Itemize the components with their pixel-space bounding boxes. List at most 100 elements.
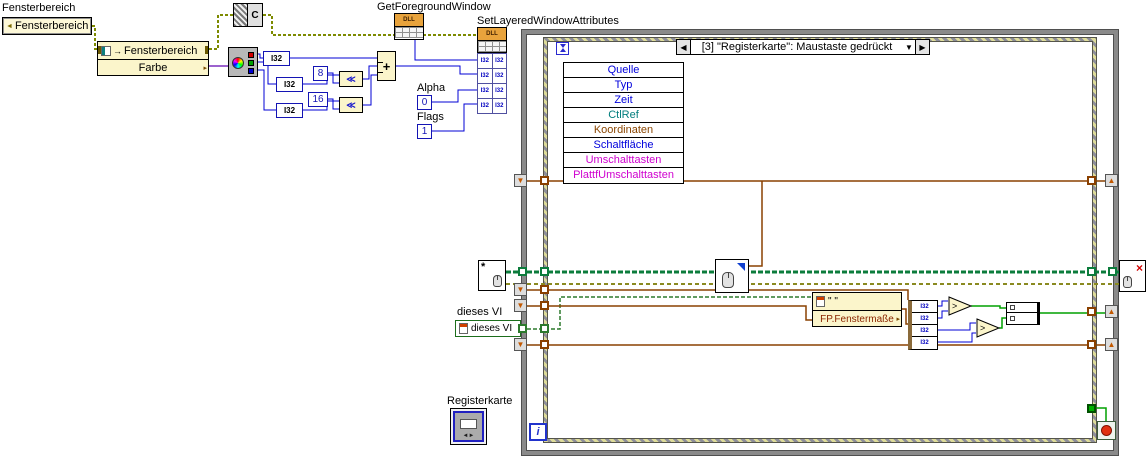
event-prev-button[interactable]: ◀ (677, 40, 691, 54)
tunnel-vi-ref[interactable] (518, 324, 527, 333)
tunnel-event-reg[interactable] (1087, 267, 1096, 276)
shift-register-left[interactable]: ▼ (514, 299, 527, 312)
unbundle-cell[interactable]: I32 (912, 337, 937, 349)
wire-vi-ref[interactable] (521, 296, 812, 330)
to-i32-node[interactable]: I32 (276, 103, 303, 118)
fp-property-row[interactable]: FP.Fenstermaße ▸ (813, 310, 901, 327)
unbundle-cell[interactable]: I32 (912, 301, 937, 313)
static-vi-reference[interactable]: dieses VI (455, 320, 521, 337)
tunnel-event-reg[interactable] (518, 267, 527, 276)
fp-class-row[interactable]: " " (813, 293, 901, 310)
terminal-cell[interactable]: I32 (478, 99, 492, 113)
tunnel[interactable] (1087, 307, 1096, 316)
tunnel[interactable] (540, 285, 549, 294)
wire-int[interactable] (396, 65, 477, 75)
pane-ref-terminal[interactable]: ◄ Fensterbereich (2, 17, 92, 35)
event-data-item[interactable]: PlattfUmschalttasten (564, 168, 683, 183)
wire-int[interactable] (938, 332, 976, 343)
comparison-node[interactable]: > (948, 296, 973, 317)
terminal-cell[interactable]: I32 (492, 99, 506, 113)
tunnel[interactable] (540, 301, 549, 310)
event-data-node[interactable]: Quelle Typ Zeit CtlRef Koordinaten Schal… (563, 62, 684, 184)
terminal-cell[interactable]: I32 (492, 69, 506, 83)
event-next-button[interactable]: ▶ (915, 40, 929, 54)
call-library-node-setlayeredwindowattributes[interactable]: DLL (477, 27, 507, 53)
tunnel-vi-ref[interactable] (540, 324, 549, 333)
build-array-input-row[interactable] (1007, 303, 1037, 313)
pointer-cast-node[interactable]: C (233, 3, 263, 27)
unbundle-cell[interactable]: I32 (912, 325, 937, 337)
register-events-node[interactable]: * (478, 260, 506, 291)
property-node-class-row[interactable]: → Fensterbereich (98, 42, 208, 59)
shift-register-left[interactable]: ▼ (514, 174, 527, 187)
color-to-rgb-node[interactable] (228, 47, 258, 77)
property-node-fp[interactable]: " " FP.Fenstermaße ▸ (812, 292, 902, 327)
property-node-fensterbereich[interactable]: → Fensterbereich Farbe ▸ (97, 41, 209, 76)
numeric-constant-8[interactable]: 8 (313, 66, 328, 81)
unbundle-node[interactable]: I32 I32 I32 I32 (908, 300, 938, 350)
tunnel-event-reg[interactable] (1108, 267, 1117, 276)
terminal-cell[interactable]: I32 (478, 54, 492, 68)
loop-condition-terminal[interactable] (1097, 421, 1116, 440)
tunnel[interactable] (540, 176, 549, 185)
call-library-node-getforegroundwindow[interactable]: DLL (394, 13, 424, 40)
event-data-item[interactable]: Zeit (564, 93, 683, 108)
unbundle-cell[interactable]: I32 (912, 313, 937, 325)
alpha-constant[interactable]: 0 (417, 95, 432, 110)
tunnel[interactable] (1087, 176, 1096, 185)
wire-int[interactable] (938, 322, 976, 331)
build-array-node[interactable] (1006, 302, 1040, 325)
logical-shift-node[interactable]: ≪ (339, 71, 363, 87)
wire-cluster[interactable] (527, 305, 812, 321)
property-output-arrow-icon: ▸ (203, 65, 207, 72)
build-array-input-row[interactable] (1007, 313, 1037, 323)
tunnel-event-reg[interactable] (540, 267, 549, 276)
wire-pane-ref[interactable] (263, 14, 477, 36)
event-data-item[interactable]: Schaltfläche (564, 138, 683, 153)
event-selector-label[interactable]: [3] "Registerkarte": Maustaste gedrückt (691, 40, 903, 54)
terminal-cell[interactable]: I32 (492, 84, 506, 98)
event-data-item[interactable]: Quelle (564, 63, 683, 78)
event-timeout-terminal[interactable] (556, 42, 569, 55)
comparison-node[interactable]: > (976, 318, 1001, 339)
wire-int[interactable] (363, 65, 377, 80)
to-i32-node[interactable]: I32 (263, 51, 290, 66)
call-library-parameter-terminals[interactable]: I32 I32 I32 I32 I32 I32 I32 I32 (477, 53, 507, 114)
flags-constant[interactable]: 1 (417, 124, 432, 139)
triangle-down-icon: ▼ (516, 176, 525, 185)
event-data-item[interactable]: Koordinaten (564, 123, 683, 138)
unregister-events-node[interactable]: × (1119, 260, 1146, 292)
terminal-cell[interactable]: I32 (478, 69, 492, 83)
mouse-event-node[interactable] (715, 259, 749, 293)
wire-cluster[interactable] (749, 181, 763, 267)
wire-int[interactable] (258, 69, 276, 111)
loop-iteration-terminal[interactable]: i (529, 423, 547, 441)
shift-register-left[interactable]: ▼ (514, 283, 527, 296)
shift-register-right[interactable]: ▲ (1105, 338, 1118, 351)
wire-int[interactable] (938, 310, 948, 319)
terminal-cell[interactable]: I32 (478, 84, 492, 98)
wire-int[interactable] (938, 300, 948, 307)
wire-pane-ref[interactable] (209, 14, 233, 50)
event-dropdown-button[interactable]: ▼ (903, 40, 915, 54)
tunnel[interactable] (1087, 340, 1096, 349)
event-data-item[interactable]: Umschalttasten (564, 153, 683, 168)
property-farbe-row[interactable]: Farbe ▸ (98, 59, 208, 76)
add-node[interactable]: + (377, 51, 396, 81)
tunnel[interactable] (540, 340, 549, 349)
shift-register-right[interactable]: ▲ (1105, 305, 1118, 318)
event-data-item[interactable]: CtlRef (564, 108, 683, 123)
tab-control-terminal[interactable]: ◄► (450, 408, 487, 445)
wire-bool[interactable] (971, 305, 1006, 309)
triangle-up-icon: ▲ (1107, 340, 1116, 349)
event-selector[interactable]: ◀ [3] "Registerkarte": Maustaste gedrück… (676, 39, 930, 55)
terminal-cell[interactable]: I32 (492, 54, 506, 68)
tunnel-boolean[interactable] (1087, 404, 1096, 413)
shift-register-left[interactable]: ▼ (514, 338, 527, 351)
event-data-item[interactable]: Typ (564, 78, 683, 93)
wire-int[interactable] (414, 40, 477, 61)
logical-shift-node[interactable]: ≪ (339, 97, 363, 113)
shift-register-right[interactable]: ▲ (1105, 174, 1118, 187)
numeric-constant-16[interactable]: 16 (308, 92, 328, 107)
to-i32-node[interactable]: I32 (276, 77, 303, 92)
